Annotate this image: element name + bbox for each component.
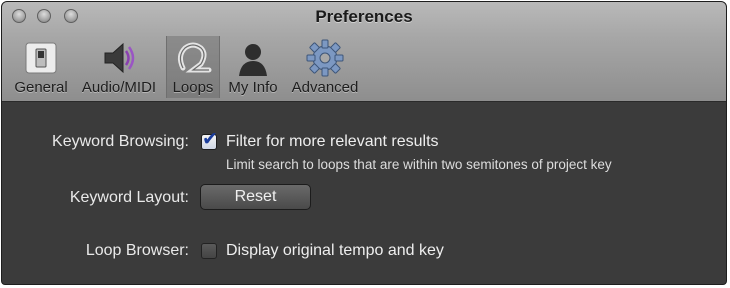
tab-audio-midi-label: Audio/MIDI	[81, 79, 157, 96]
keyword-browsing-label: Keyword Browsing:	[52, 133, 189, 150]
preferences-window: Preferences General Audio/MIDI Loops My …	[1, 1, 727, 285]
speaker-icon	[104, 42, 135, 74]
tab-audio-midi[interactable]: Audio/MIDI	[78, 36, 160, 98]
filter-relevant-option[interactable]: Filter for more relevant results	[226, 133, 439, 151]
tab-advanced[interactable]: Advanced	[288, 36, 362, 98]
tab-general-label: General	[14, 79, 68, 96]
tab-general[interactable]: General	[10, 36, 72, 98]
window-title: Preferences	[315, 7, 413, 26]
display-tempo-checkbox[interactable]	[201, 243, 217, 259]
titlebar-toolbar: Preferences General Audio/MIDI Loops My …	[2, 2, 726, 102]
tab-loops[interactable]: Loops	[166, 36, 220, 98]
filter-description: Limit search to loops that are within tw…	[226, 157, 612, 172]
filter-relevant-checkbox[interactable]: ✔	[201, 130, 218, 150]
loop-icon	[177, 42, 212, 73]
tab-advanced-label: Advanced	[291, 79, 359, 96]
tab-my-info-label: My Info	[228, 79, 278, 96]
person-icon	[239, 44, 267, 76]
keyword-layout-label: Keyword Layout:	[69, 189, 189, 206]
reset-button[interactable]: Reset	[200, 184, 311, 210]
loops-settings-panel: Keyword Browsing: ✔ Filter for more rele…	[2, 102, 726, 284]
checkmark-icon: ✔	[202, 129, 218, 150]
loop-browser-label: Loop Browser:	[85, 242, 189, 259]
tab-loops-label: Loops	[172, 79, 214, 96]
gear-icon	[306, 39, 344, 77]
general-switch-icon	[25, 42, 57, 74]
tab-my-info[interactable]: My Info	[224, 36, 282, 98]
display-tempo-option[interactable]: Display original tempo and key	[226, 242, 444, 260]
